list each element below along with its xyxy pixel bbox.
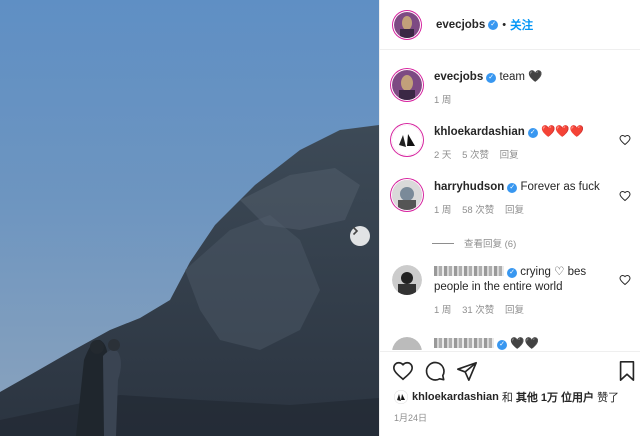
post-actions xyxy=(380,351,640,387)
liker-username[interactable]: khloekardashian xyxy=(412,391,499,403)
verified-icon: ✓ xyxy=(507,268,517,278)
comment-likes[interactable]: 58 次赞 xyxy=(462,205,494,216)
likes-summary: khloekardashian 和 其他 1万 位用户 赞了 xyxy=(394,389,619,405)
verified-icon: ✓ xyxy=(497,340,507,350)
verified-icon: ✓ xyxy=(527,128,538,138)
view-replies-button[interactable]: 查看回复 (6) xyxy=(432,236,516,250)
blurred-username xyxy=(434,266,504,276)
bookmark-icon[interactable] xyxy=(616,360,638,382)
share-icon[interactable] xyxy=(456,360,478,382)
comment-time: 2 天 xyxy=(434,150,452,161)
author-username[interactable]: evecjobs xyxy=(436,19,485,31)
comment-icon[interactable] xyxy=(424,360,446,382)
comment-likes[interactable]: 31 次赞 xyxy=(462,305,494,316)
caption-row: evecjobs ✓ team 🖤 1 周 xyxy=(392,70,633,108)
next-photo-button[interactable] xyxy=(350,226,370,246)
comment-row: ✓ crying ♡ bes people in the entire worl… xyxy=(392,265,633,318)
comments-list[interactable]: evecjobs ✓ team 🖤 1 周 khloekardashian ✓ ❤️… xyxy=(380,50,640,350)
comment-like-icon[interactable] xyxy=(619,190,631,202)
blurred-username xyxy=(434,338,494,348)
comment-row: khloekardashian ✓ ❤️❤️❤️ 2 天 5 次赞 回复 xyxy=(392,125,633,163)
likes-liked: 赞了 xyxy=(597,392,620,404)
comment-row: harryhudson ✓ Forever as fuck 1 周 58 次赞 回… xyxy=(392,180,633,218)
caption-username[interactable]: evecjobs xyxy=(434,71,483,83)
commenter-avatar[interactable] xyxy=(392,265,422,295)
divider xyxy=(432,243,454,244)
comment-text: Forever as fuck xyxy=(520,181,600,193)
likes-and: 和 xyxy=(501,392,513,404)
comment-like-icon[interactable] xyxy=(619,274,631,286)
separator-dot: • xyxy=(502,18,507,31)
comment-username[interactable]: harryhudson xyxy=(434,181,504,193)
follow-button[interactable]: 关注 xyxy=(510,17,533,33)
post-date: 1月24日 xyxy=(394,413,428,423)
verified-icon: ✓ xyxy=(507,183,518,193)
commenter-avatar[interactable] xyxy=(392,337,422,350)
comment-likes[interactable]: 5 次赞 xyxy=(462,150,489,161)
commenter-avatar[interactable] xyxy=(392,180,422,210)
comment-like-icon[interactable] xyxy=(619,134,631,146)
commenter-avatar[interactable] xyxy=(392,125,422,155)
heart-icon[interactable] xyxy=(392,360,414,382)
likes-others[interactable]: 其他 1万 位用户 xyxy=(516,389,594,405)
comment-text: 🖤🖤 xyxy=(510,338,539,350)
reply-button[interactable]: 回复 xyxy=(505,205,524,216)
verified-icon: ✓ xyxy=(488,19,499,30)
post-panel: evecjobs ✓ • 关注 evecjobs ✓ team 🖤 1 周 khl… xyxy=(379,0,640,436)
verified-icon: ✓ xyxy=(486,73,497,83)
post-header: evecjobs ✓ • 关注 xyxy=(380,0,640,50)
caption-text: team 🖤 xyxy=(499,71,543,83)
caption-time: 1 周 xyxy=(434,95,452,106)
comment-text: crying ♡ bes xyxy=(520,266,587,278)
liker-avatar[interactable] xyxy=(394,390,408,404)
next-arrow-icon xyxy=(352,226,359,236)
comment-text: ❤️❤️❤️ xyxy=(540,126,584,138)
post-photo xyxy=(0,0,379,436)
comment-row: ✓ 🖤🖤 xyxy=(392,337,633,350)
reply-button[interactable]: 回复 xyxy=(505,305,524,316)
reply-button[interactable]: 回复 xyxy=(500,150,519,161)
comment-time: 1 周 xyxy=(434,305,452,316)
cliff-scene xyxy=(0,125,379,436)
comment-username[interactable]: khloekardashian xyxy=(434,126,525,138)
view-replies-label: 查看回复 (6) xyxy=(464,239,517,250)
comment-time: 1 周 xyxy=(434,205,452,216)
comment-text-continued: people in the entire world xyxy=(434,281,563,293)
author-avatar-small[interactable] xyxy=(392,70,422,100)
author-avatar[interactable] xyxy=(394,11,420,38)
